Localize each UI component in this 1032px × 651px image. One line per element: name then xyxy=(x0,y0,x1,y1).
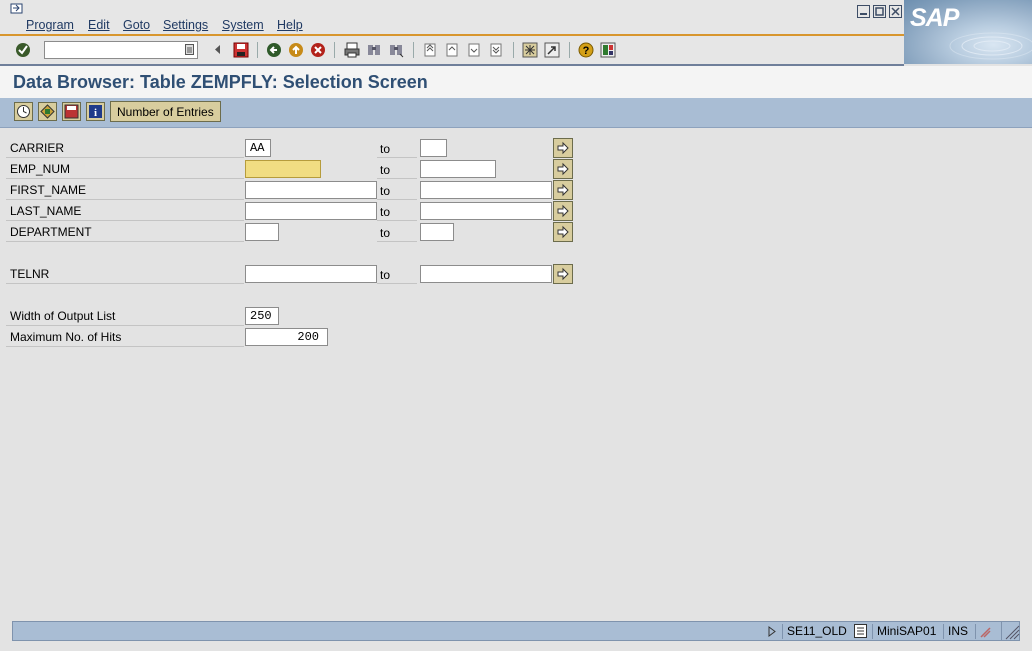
width-output-list-input[interactable]: 250 xyxy=(245,307,279,325)
window-menu-icon[interactable] xyxy=(10,3,24,15)
to-label: to xyxy=(377,160,417,179)
first-name-low-input[interactable] xyxy=(245,181,377,199)
multiple-selection-last-name-button[interactable] xyxy=(553,201,573,221)
print-icon[interactable] xyxy=(344,42,360,58)
cancel-icon[interactable] xyxy=(310,42,325,57)
status-expand-icon[interactable] xyxy=(767,625,777,641)
layout-menu-icon[interactable] xyxy=(600,42,616,58)
number-of-entries-button[interactable]: Number of Entries xyxy=(110,101,221,122)
close-icon[interactable] xyxy=(889,5,902,18)
title-bar: Data Browser: Table ZEMPFLY: Selection S… xyxy=(0,66,1032,99)
telnr-high-input[interactable] xyxy=(420,265,552,283)
command-field-history-icon[interactable] xyxy=(185,44,194,58)
svg-text:?: ? xyxy=(583,45,590,57)
collapse-arrow-icon[interactable] xyxy=(212,42,227,57)
toolbar-separator xyxy=(257,42,258,58)
menu-edit[interactable]: Edit xyxy=(88,18,110,32)
field-label-emp-num: EMP_NUM xyxy=(6,160,244,179)
resize-grip-icon[interactable] xyxy=(1001,622,1020,640)
enter-check-icon[interactable] xyxy=(15,42,30,57)
first-page-icon[interactable] xyxy=(422,42,437,57)
emp-num-low-input[interactable] xyxy=(245,160,321,178)
department-high-input[interactable] xyxy=(420,223,454,241)
menu-goto[interactable]: Goto xyxy=(123,18,150,32)
multiple-selection-first-name-button[interactable] xyxy=(553,180,573,200)
to-label: to xyxy=(377,265,417,284)
carrier-high-input[interactable] xyxy=(420,139,447,157)
max-hits-input[interactable]: 200 xyxy=(245,328,328,346)
help-icon[interactable]: ? xyxy=(578,42,594,58)
menu-system[interactable]: System xyxy=(222,18,264,32)
status-insert-mode[interactable]: INS xyxy=(943,624,968,639)
field-label-first-name: FIRST_NAME xyxy=(6,181,244,200)
command-field[interactable] xyxy=(44,41,198,59)
field-label-department: DEPARTMENT xyxy=(6,223,244,242)
toolbar-separator xyxy=(569,42,570,58)
save-icon[interactable] xyxy=(233,42,249,58)
multiple-selection-telnr-button[interactable] xyxy=(553,264,573,284)
toolbar-separator xyxy=(513,42,514,58)
menu-help[interactable]: Help xyxy=(277,18,303,32)
field-label-last-name: LAST_NAME xyxy=(6,202,244,221)
application-toolbar: i Number of Entries xyxy=(0,98,1032,128)
exit-icon[interactable] xyxy=(288,42,303,57)
status-lock-icon xyxy=(975,624,994,639)
svg-text:i: i xyxy=(94,107,97,119)
maximize-icon[interactable] xyxy=(873,5,886,18)
status-bar: SE11_OLD MiniSAP01 INS xyxy=(12,621,1020,641)
shortcut-icon[interactable] xyxy=(544,42,560,58)
multiple-selection-carrier-button[interactable] xyxy=(553,138,573,158)
carrier-low-input[interactable]: AA xyxy=(245,139,271,157)
menu-settings[interactable]: Settings xyxy=(163,18,208,32)
department-low-input[interactable] xyxy=(245,223,279,241)
to-label: to xyxy=(377,139,417,158)
emp-num-high-input[interactable] xyxy=(420,160,496,178)
telnr-low-input[interactable] xyxy=(245,265,377,283)
first-name-high-input[interactable] xyxy=(420,181,552,199)
to-label: to xyxy=(377,223,417,242)
system-toolbar: ? xyxy=(0,36,904,66)
sap-logo: SAP xyxy=(904,0,1032,64)
to-label: to xyxy=(377,181,417,200)
multiple-selection-emp-num-button[interactable] xyxy=(553,159,573,179)
toolbar-separator xyxy=(334,42,335,58)
multiple-selection-department-button[interactable] xyxy=(553,222,573,242)
get-variant-icon[interactable] xyxy=(38,102,57,121)
menu-program[interactable]: Program xyxy=(26,18,74,32)
previous-page-icon[interactable] xyxy=(444,42,459,57)
status-session-icon[interactable] xyxy=(854,624,867,641)
find-next-icon[interactable] xyxy=(388,42,404,58)
toolbar-separator xyxy=(413,42,414,58)
find-icon[interactable] xyxy=(366,42,381,57)
create-session-icon[interactable] xyxy=(522,42,538,58)
next-page-icon[interactable] xyxy=(466,42,481,57)
execute-icon[interactable] xyxy=(14,102,33,121)
status-system: MiniSAP01 xyxy=(872,624,936,639)
status-transaction: SE11_OLD xyxy=(782,624,847,639)
last-name-low-input[interactable] xyxy=(245,202,377,220)
save-variant-icon[interactable] xyxy=(62,102,81,121)
last-page-icon[interactable] xyxy=(488,42,503,57)
field-label-carrier: CARRIER xyxy=(6,139,244,158)
info-icon[interactable]: i xyxy=(86,102,105,121)
menu-bar: Program Edit Goto Settings System Help xyxy=(0,0,1032,36)
last-name-high-input[interactable] xyxy=(420,202,552,220)
minimize-icon[interactable] xyxy=(857,5,870,18)
max-hits-label: Maximum No. of Hits xyxy=(6,328,244,347)
page-title: Data Browser: Table ZEMPFLY: Selection S… xyxy=(13,72,428,92)
back-icon[interactable] xyxy=(266,42,281,57)
to-label: to xyxy=(377,202,417,221)
width-output-list-label: Width of Output List xyxy=(6,307,244,326)
field-label-telnr: TELNR xyxy=(6,265,244,284)
